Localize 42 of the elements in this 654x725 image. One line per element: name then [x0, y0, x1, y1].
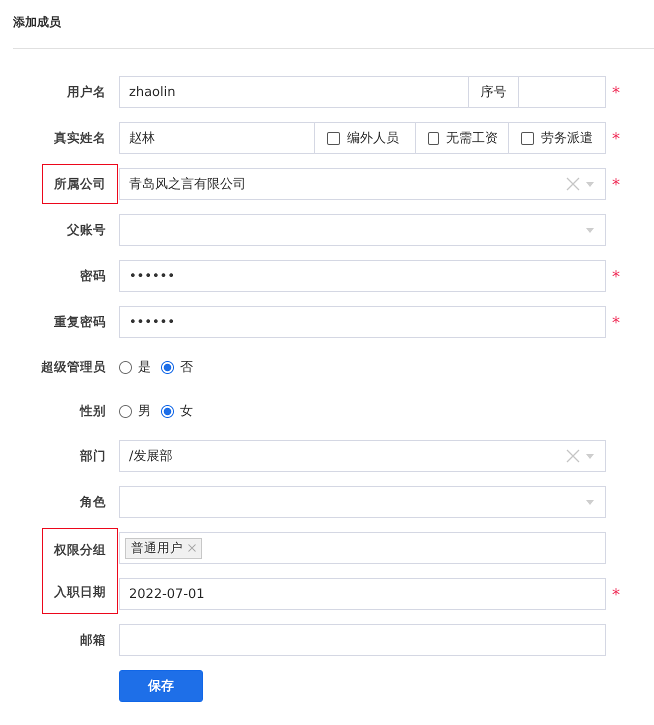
- radio-option[interactable]: 否: [161, 358, 193, 376]
- select-field[interactable]: [119, 214, 606, 246]
- required-mark: *: [611, 82, 621, 104]
- input-field[interactable]: 2022-07-01: [120, 579, 605, 609]
- radio-option[interactable]: 男: [119, 402, 151, 420]
- field-label: 所属公司: [42, 164, 118, 204]
- radio-option[interactable]: 是: [119, 358, 151, 376]
- radio-button[interactable]: [161, 360, 174, 374]
- field-label: 邮箱: [79, 630, 107, 648]
- required-mark: *: [611, 584, 621, 606]
- select-field[interactable]: 青岛风之言有限公司: [119, 168, 606, 200]
- field-label: 部门: [78, 446, 107, 464]
- field-label: 父账号: [66, 220, 107, 238]
- caret-icon: [586, 500, 594, 504]
- caret-icon: [586, 182, 594, 186]
- tag-chip[interactable]: 普通用户: [125, 538, 202, 558]
- field-label: 入职日期: [42, 571, 118, 614]
- page-title: 添加成员: [12, 14, 62, 31]
- field-label: 用户名: [66, 82, 107, 100]
- select-field[interactable]: /发展部: [119, 440, 606, 472]
- required-mark: *: [611, 266, 621, 288]
- field-label: 权限分组: [42, 528, 118, 571]
- field-label: 重复密码: [53, 312, 107, 330]
- select-field[interactable]: [119, 486, 606, 518]
- field-label: 真实姓名: [53, 128, 107, 146]
- required-mark: *: [611, 312, 621, 334]
- input-field[interactable]: ••••••: [120, 307, 605, 337]
- radio-button[interactable]: [119, 360, 132, 374]
- radio-button[interactable]: [119, 404, 132, 418]
- required-mark: *: [611, 128, 621, 150]
- save-button[interactable]: 保存: [119, 670, 203, 702]
- field-label: 密码: [79, 266, 107, 284]
- input-field[interactable]: ••••••: [120, 261, 605, 291]
- radio-option[interactable]: 女: [161, 402, 193, 420]
- field-label: 角色: [78, 492, 107, 510]
- field-label: 性别: [78, 402, 107, 420]
- radio-button[interactable]: [161, 404, 174, 418]
- caret-icon: [586, 454, 594, 458]
- field-label: 超级管理员: [40, 358, 107, 376]
- caret-icon: [586, 228, 594, 232]
- tag-field[interactable]: 普通用户: [119, 532, 606, 564]
- required-mark: *: [611, 174, 621, 196]
